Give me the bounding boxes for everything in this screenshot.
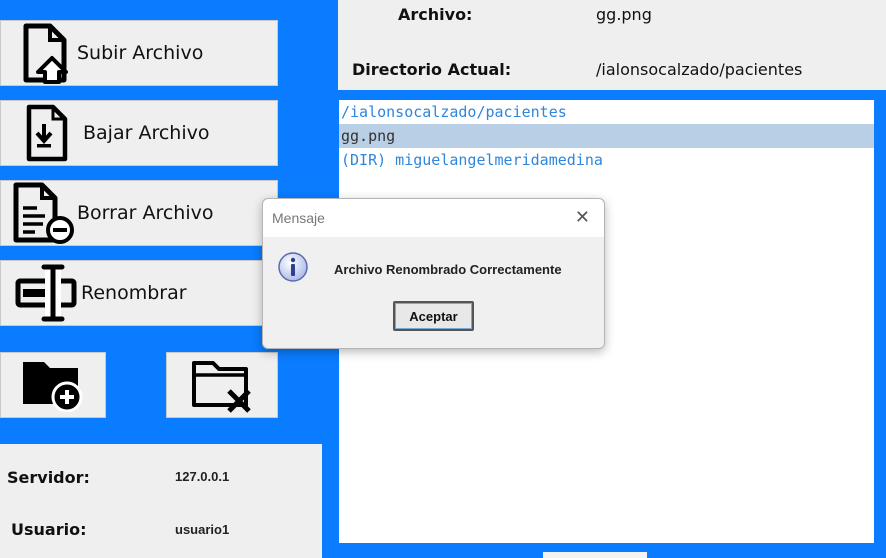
create-folder-button[interactable] [0,352,106,418]
directory-value: /ialonsocalzado/pacientes [596,60,803,79]
file-delete-icon [11,180,77,246]
list-item-selected[interactable]: gg.png [339,124,874,148]
rename-button[interactable]: Renombrar [0,260,278,326]
file-upload-icon [11,20,77,86]
file-download-icon [23,100,71,166]
folder-delete-icon [189,353,255,417]
directory-label: Directorio Actual: [352,60,512,79]
upload-file-label: Subir Archivo [77,42,204,64]
rename-label: Renombrar [81,282,187,304]
file-value: gg.png [596,5,652,24]
delete-folder-button[interactable] [166,352,278,418]
file-label: Archivo: [398,5,473,24]
rename-icon [11,260,81,326]
download-file-button[interactable]: Bajar Archivo [0,100,278,166]
dialog-title: Mensaje [272,210,325,226]
upload-file-button[interactable]: Subir Archivo [0,20,278,86]
folder-add-icon [20,354,86,416]
download-file-label: Bajar Archivo [83,122,210,144]
list-item[interactable]: (DIR) miguelangelmeridamedina [339,148,874,172]
server-label: Servidor: [7,468,90,487]
delete-file-button[interactable]: Borrar Archivo [0,180,278,246]
delete-file-label: Borrar Archivo [77,202,214,224]
user-label: Usuario: [11,520,87,539]
info-icon [277,251,309,287]
bottom-tab [543,552,647,558]
connection-info-panel: Servidor: 127.0.0.1 Usuario: usuario1 [0,444,322,558]
message-dialog: Mensaje ✕ Archivo Renombrado Correctamen… [262,198,605,349]
current-file-panel: Archivo: gg.png Directorio Actual: /ialo… [338,0,886,90]
dialog-titlebar: Mensaje ✕ [263,199,604,237]
close-icon[interactable]: ✕ [575,207,590,228]
server-value: 127.0.0.1 [175,469,230,484]
accept-button[interactable]: Aceptar [393,301,474,331]
user-value: usuario1 [175,522,230,537]
dialog-message: Archivo Renombrado Correctamente [334,262,562,277]
list-item[interactable]: /ialonsocalzado/pacientes [339,100,874,124]
